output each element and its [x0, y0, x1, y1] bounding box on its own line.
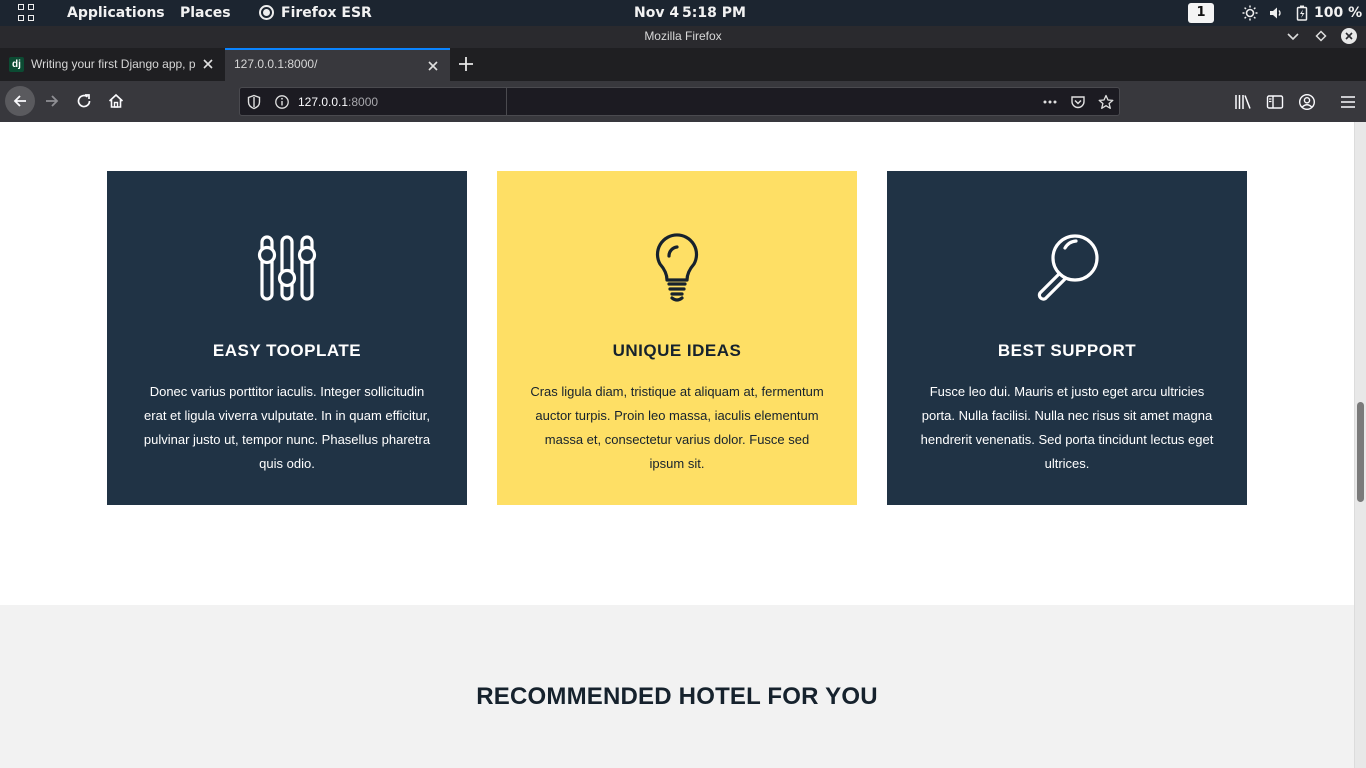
pocket-icon[interactable] [1070, 94, 1086, 110]
hamburger-menu-icon[interactable] [1339, 93, 1357, 111]
tab-title: Writing your first Django app, pa [31, 57, 196, 71]
page-scrollbar[interactable] [1354, 122, 1366, 768]
site-info-icon[interactable] [274, 94, 290, 110]
volume-icon[interactable] [1268, 5, 1284, 21]
sidebar-toggle-icon[interactable] [1266, 93, 1284, 111]
recommended-hotels-section: RECOMMENDED HOTEL FOR YOU [0, 605, 1354, 768]
forward-button[interactable] [37, 86, 67, 116]
minimize-chevron-icon[interactable] [1284, 27, 1302, 45]
reload-icon [77, 94, 91, 108]
library-icon[interactable] [1234, 93, 1252, 111]
tracking-shield-icon[interactable] [246, 94, 262, 110]
url-text[interactable]: 127.0.0.1:8000 [298, 94, 378, 110]
back-button[interactable] [5, 86, 35, 116]
clock-label[interactable]: 5:18 PM [682, 4, 746, 22]
address-bar[interactable]: 127.0.0.1:8000 [239, 87, 1120, 116]
url-host: 127.0.0.1 [298, 95, 349, 109]
system-top-bar: Applications Places Firefox ESR Nov 4 5:… [0, 0, 1366, 26]
scrollbar-thumb[interactable] [1357, 402, 1364, 502]
date-label[interactable]: Nov 4 [634, 4, 679, 22]
card-title: EASY TOOPLATE [212, 341, 362, 360]
feature-card-best-support: BEST SUPPORT Fusce leo dui. Mauris et ju… [887, 171, 1247, 505]
applications-menu[interactable]: Applications [67, 4, 165, 22]
reload-button[interactable] [69, 86, 99, 116]
tab-title: 127.0.0.1:8000/ [234, 57, 318, 71]
tab-django-docs[interactable]: dj Writing your first Django app, pa [0, 48, 225, 81]
lightbulb-icon [655, 233, 699, 302]
url-port: :8000 [348, 95, 379, 109]
window-titlebar: Mozilla Firefox [0, 26, 1366, 48]
card-title: BEST SUPPORT [997, 341, 1137, 360]
section-heading: RECOMMENDED HOTEL FOR YOU [476, 683, 878, 710]
page-actions-dots-icon[interactable] [1042, 94, 1058, 110]
active-app-menu[interactable]: Firefox ESR [281, 4, 372, 22]
brightness-icon[interactable] [1242, 5, 1258, 21]
magnifier-icon [1037, 234, 1099, 301]
battery-icon[interactable] [1294, 5, 1310, 21]
django-favicon: dj [9, 57, 24, 72]
feature-card-easy-tooplate: EASY TOOPLATE Donec varius porttitor iac… [107, 171, 467, 505]
close-tab-icon[interactable] [200, 56, 216, 72]
navigation-toolbar: 127.0.0.1:8000 [0, 81, 1366, 122]
close-tab-icon[interactable] [425, 58, 441, 74]
card-text: Donec varius porttitor iaculis. Integer … [143, 384, 431, 471]
workspace-indicator[interactable]: 1 [1188, 3, 1214, 23]
card-title: UNIQUE IDEAS [612, 341, 742, 360]
forward-arrow-icon [46, 95, 59, 107]
applications-grid-icon[interactable] [18, 4, 36, 22]
card-text: Cras ligula diam, tristique at aliquam a… [530, 384, 824, 471]
home-icon [108, 93, 124, 108]
window-title: Mozilla Firefox [644, 29, 722, 43]
close-window-icon[interactable] [1340, 27, 1358, 45]
tab-strip: dj Writing your first Django app, pa 127… [0, 48, 1366, 81]
card-text: Fusce leo dui. Mauris et justo eget arcu… [920, 384, 1214, 471]
tab-localhost[interactable]: 127.0.0.1:8000/ [225, 48, 450, 81]
urlbar-divider [506, 88, 507, 115]
feature-card-unique-ideas: UNIQUE IDEAS Cras ligula diam, tristique… [497, 171, 857, 505]
account-icon[interactable] [1298, 93, 1316, 111]
new-tab-plus-icon[interactable] [456, 54, 476, 74]
maximize-diamond-icon[interactable] [1312, 27, 1330, 45]
firefox-icon [259, 5, 274, 20]
home-button[interactable] [101, 86, 131, 116]
sliders-icon [257, 235, 317, 301]
back-arrow-icon [13, 95, 26, 107]
places-menu[interactable]: Places [180, 4, 231, 22]
page-viewport: EASY TOOPLATE Donec varius porttitor iac… [0, 122, 1354, 768]
bookmark-star-icon[interactable] [1098, 94, 1114, 110]
battery-percentage: 100 % [1314, 5, 1363, 21]
